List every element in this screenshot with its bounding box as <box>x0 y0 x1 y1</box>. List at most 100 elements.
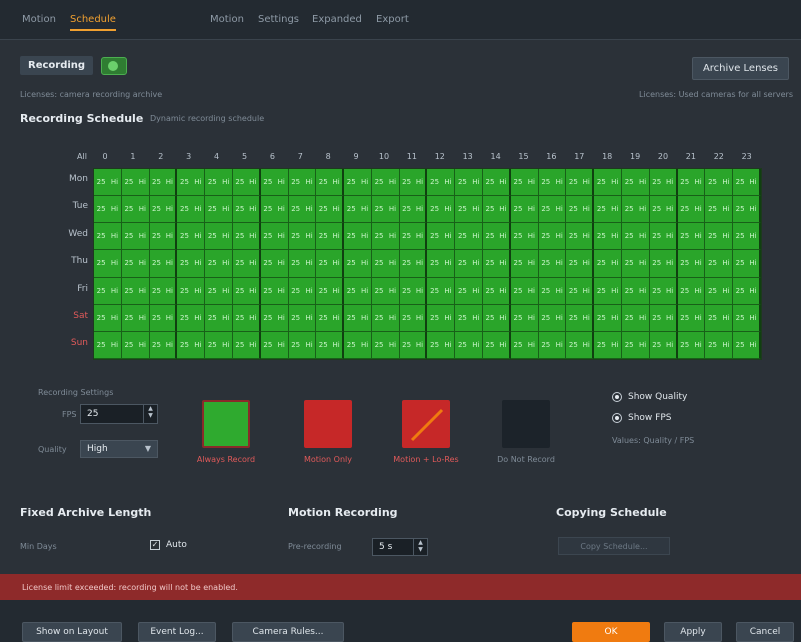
schedule-cell[interactable]: 25 Hi <box>121 304 150 332</box>
schedule-cell[interactable]: 25 Hi <box>566 304 595 332</box>
schedule-cell[interactable]: 25 Hi <box>538 250 567 278</box>
schedule-cell[interactable]: 25 Hi <box>371 250 400 278</box>
schedule-cell[interactable]: 25 Hi <box>344 250 372 278</box>
arrow-down-icon[interactable]: ▼ <box>414 546 427 553</box>
schedule-cell[interactable]: 25 Hi <box>622 250 650 278</box>
schedule-cell[interactable]: 25 Hi <box>566 331 595 359</box>
arrow-up-icon[interactable]: ▲ <box>414 539 427 546</box>
schedule-cell[interactable]: 25 Hi <box>705 304 734 332</box>
schedule-cell[interactable]: 25 Hi <box>649 196 678 224</box>
schedule-cell[interactable]: 25 Hi <box>205 196 233 224</box>
schedule-cell[interactable]: 25 Hi <box>733 277 761 305</box>
schedule-cell[interactable]: 25 Hi <box>316 169 345 197</box>
schedule-cell[interactable]: 25 Hi <box>483 223 511 251</box>
apply-button[interactable]: Apply <box>664 622 722 642</box>
schedule-cell[interactable]: 25 Hi <box>149 196 178 224</box>
schedule-cell[interactable]: 25 Hi <box>594 196 623 224</box>
checkbox-icon[interactable]: ✓ <box>150 540 160 550</box>
schedule-cell[interactable]: 25 Hi <box>622 169 650 197</box>
schedule-cell[interactable]: 25 Hi <box>622 196 650 224</box>
schedule-cell[interactable]: 25 Hi <box>94 277 122 305</box>
schedule-cell[interactable]: 25 Hi <box>427 331 456 359</box>
tab-motion[interactable]: Motion <box>22 14 56 25</box>
pre-recording-arrows[interactable]: ▲ ▼ <box>413 539 427 555</box>
schedule-cell[interactable]: 25 Hi <box>566 277 595 305</box>
hour-label[interactable]: 13 <box>456 152 480 161</box>
schedule-cell[interactable]: 25 Hi <box>705 277 734 305</box>
schedule-cell[interactable]: 25 Hi <box>455 196 484 224</box>
schedule-cell[interactable]: 25 Hi <box>205 250 233 278</box>
schedule-cell[interactable]: 25 Hi <box>288 169 317 197</box>
schedule-cell[interactable]: 25 Hi <box>344 223 372 251</box>
schedule-cell[interactable]: 25 Hi <box>427 304 456 332</box>
cancel-button[interactable]: Cancel <box>736 622 794 642</box>
schedule-cell[interactable]: 25 Hi <box>594 331 623 359</box>
hour-label[interactable]: 21 <box>679 152 703 161</box>
schedule-cell[interactable]: 25 Hi <box>205 331 233 359</box>
schedule-cell[interactable]: 25 Hi <box>733 250 761 278</box>
day-label[interactable]: Fri <box>48 284 88 294</box>
copy-schedule-button[interactable]: Copy Schedule... <box>558 537 670 555</box>
hour-label[interactable]: 20 <box>651 152 675 161</box>
schedule-cell[interactable]: 25 Hi <box>316 223 345 251</box>
schedule-cell[interactable]: 25 Hi <box>649 169 678 197</box>
schedule-cell[interactable]: 25 Hi <box>177 223 206 251</box>
schedule-cell[interactable]: 25 Hi <box>705 169 734 197</box>
schedule-cell[interactable]: 25 Hi <box>288 223 317 251</box>
schedule-cell[interactable]: 25 Hi <box>177 277 206 305</box>
schedule-cell[interactable]: 25 Hi <box>260 304 289 332</box>
schedule-cell[interactable]: 25 Hi <box>177 250 206 278</box>
schedule-cell[interactable]: 25 Hi <box>205 304 233 332</box>
hour-label[interactable]: 18 <box>595 152 619 161</box>
schedule-cell[interactable]: 25 Hi <box>288 277 317 305</box>
schedule-cell[interactable]: 25 Hi <box>510 223 539 251</box>
schedule-cell[interactable]: 25 Hi <box>260 169 289 197</box>
schedule-cell[interactable]: 25 Hi <box>344 277 372 305</box>
day-label[interactable]: Tue <box>48 201 88 211</box>
mode-motion-only[interactable] <box>304 400 352 448</box>
hour-label[interactable]: 8 <box>316 152 340 161</box>
schedule-cell[interactable]: 25 Hi <box>705 223 734 251</box>
schedule-cell[interactable]: 25 Hi <box>705 196 734 224</box>
schedule-cell[interactable]: 25 Hi <box>455 331 484 359</box>
schedule-cell[interactable]: 25 Hi <box>232 250 261 278</box>
hour-label[interactable]: 15 <box>512 152 536 161</box>
schedule-cell[interactable]: 25 Hi <box>483 277 511 305</box>
show-on-layout-button[interactable]: Show on Layout <box>22 622 122 642</box>
schedule-cell[interactable]: 25 Hi <box>316 250 345 278</box>
schedule-cell[interactable]: 25 Hi <box>427 277 456 305</box>
hour-label[interactable]: 5 <box>233 152 257 161</box>
schedule-cell[interactable]: 25 Hi <box>594 223 623 251</box>
schedule-cell[interactable]: 25 Hi <box>149 169 178 197</box>
schedule-cell[interactable]: 25 Hi <box>649 223 678 251</box>
schedule-grid[interactable]: 25 Hi 25 Hi 25 Hi 25 Hi 25 Hi 25 Hi 25 Hi 25 Hi 25 Hi 25 Hi… <box>93 168 762 360</box>
camera-rules-button[interactable]: Camera Rules... <box>232 622 344 642</box>
hour-label[interactable]: 6 <box>260 152 284 161</box>
schedule-cell[interactable]: 25 Hi <box>260 277 289 305</box>
schedule-cell[interactable]: 25 Hi <box>455 250 484 278</box>
schedule-cell[interactable]: 25 Hi <box>538 169 567 197</box>
schedule-cell[interactable]: 25 Hi <box>260 331 289 359</box>
schedule-cell[interactable]: 25 Hi <box>149 304 178 332</box>
ok-button[interactable]: OK <box>572 622 650 642</box>
schedule-cell[interactable]: 25 Hi <box>177 331 206 359</box>
schedule-cell[interactable]: 25 Hi <box>94 169 122 197</box>
hour-label[interactable]: 0 <box>93 152 117 161</box>
tab-expanded[interactable]: Expanded <box>312 14 362 25</box>
schedule-cell[interactable]: 25 Hi <box>649 304 678 332</box>
quality-select[interactable]: High ▼ <box>80 440 158 458</box>
schedule-cell[interactable]: 25 Hi <box>677 223 706 251</box>
schedule-cell[interactable]: 25 Hi <box>427 223 456 251</box>
schedule-cell[interactable]: 25 Hi <box>121 196 150 224</box>
schedule-cell[interactable]: 25 Hi <box>566 250 595 278</box>
schedule-cell[interactable]: 25 Hi <box>371 196 400 224</box>
day-label[interactable]: Sat <box>48 311 88 321</box>
schedule-cell[interactable]: 25 Hi <box>94 250 122 278</box>
schedule-cell[interactable]: 25 Hi <box>177 169 206 197</box>
schedule-cell[interactable]: 25 Hi <box>566 196 595 224</box>
schedule-cell[interactable]: 25 Hi <box>371 169 400 197</box>
schedule-cell[interactable]: 25 Hi <box>399 331 428 359</box>
tab-settings[interactable]: Settings <box>258 14 299 25</box>
hour-label[interactable]: 1 <box>121 152 145 161</box>
schedule-cell[interactable]: 25 Hi <box>149 277 178 305</box>
